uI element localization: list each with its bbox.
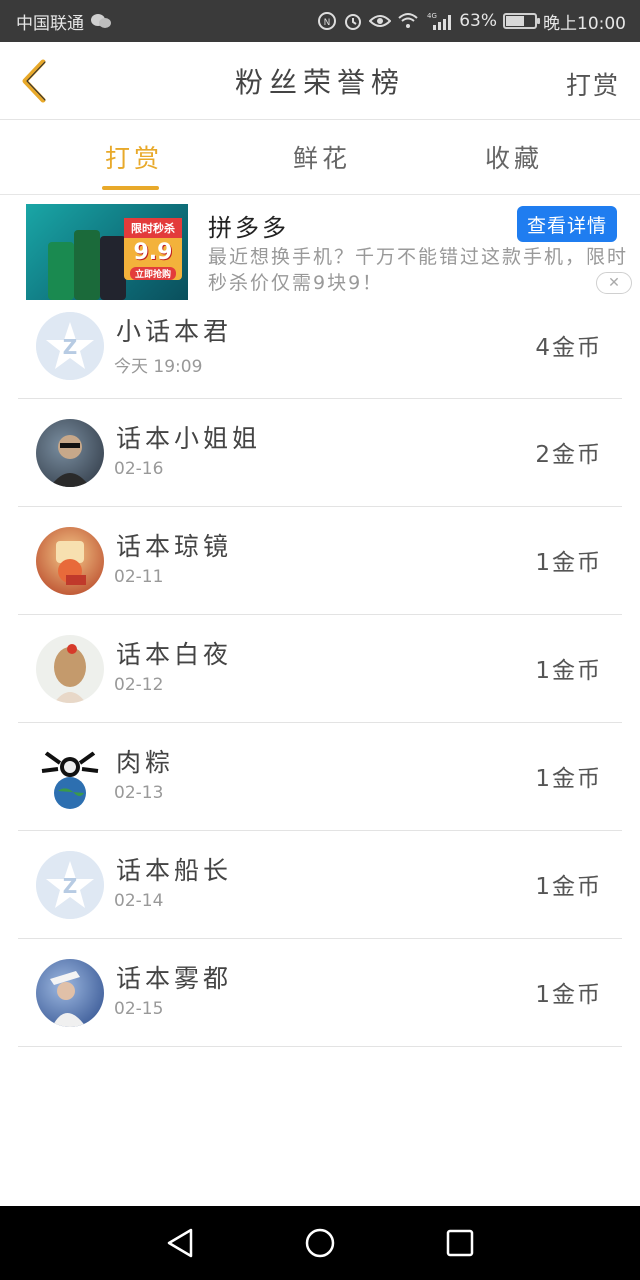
ad-phone-graphic [100,236,126,300]
ad-details-button[interactable]: 查看详情 [517,206,617,242]
avatar[interactable] [36,419,104,487]
fan-coins: 4金币 [535,335,602,361]
fan-date: 02-16 [114,459,164,479]
status-left: 中国联通 [16,9,112,34]
ad-badge-top: 限时秒杀 [124,218,182,238]
battery-percent: 63% [459,11,497,31]
fan-name: 小话本君 [116,317,233,346]
ad-image[interactable]: 限时秒杀 9.9 立即抢购 [26,204,188,300]
avatar[interactable] [36,635,104,703]
ad-badge-button: 立即抢购 [130,267,176,280]
ad-description: 最近想换手机？千万不能错过这款手机，限时秒杀价仅需9块9！ [208,246,629,294]
fan-name: 肉粽 [116,748,175,777]
wechat-icon [90,12,112,30]
svg-text:Z: Z [63,335,78,359]
tab-tip[interactable]: 打赏 [105,139,163,175]
circle-home-icon [305,1228,335,1258]
list-item[interactable]: 话本雾都 02-15 1金币 [18,939,622,1047]
fan-name: 话本雾都 [116,964,233,993]
chevron-left-icon [22,59,46,103]
wifi-icon [397,12,419,30]
fan-ranking-list: Z 小话本君 今天 19:09 4金币 话本小姐姐 02-16 2金币 话本琼镜… [18,292,622,1047]
list-item[interactable]: 肉粽 02-13 1金币 [18,723,622,831]
nav-recents-button[interactable] [440,1223,480,1263]
tab-flowers[interactable]: 鲜花 [293,139,351,175]
nfc-icon: N [317,11,337,31]
fan-date: 02-11 [114,567,164,587]
avatar[interactable]: Z [36,851,104,919]
app-header: 粉丝荣誉榜 打赏 [0,42,640,120]
status-right: N 4G 63% 晚上10:00 [317,9,626,34]
carrier-label: 中国联通 [16,13,84,34]
avatar[interactable] [36,959,104,1027]
page-title: 粉丝荣誉榜 [234,65,405,99]
fan-coins: 1金币 [535,766,602,792]
ad-price-badge: 限时秒杀 9.9 立即抢购 [124,218,182,280]
fan-coins: 1金币 [535,874,602,900]
fan-coins: 1金币 [535,658,602,684]
nav-back-button[interactable] [160,1223,200,1263]
fan-name: 话本小姐姐 [116,424,262,453]
network-label: 4G [427,12,437,20]
close-icon: ✕ [608,275,620,291]
square-recents-icon [446,1229,474,1257]
fan-date: 02-14 [114,891,164,911]
back-button[interactable] [16,58,52,104]
tab-favorites[interactable]: 收藏 [485,139,543,175]
system-nav-bar [0,1206,640,1280]
list-item[interactable]: 话本白夜 02-12 1金币 [18,615,622,723]
nav-home-button[interactable] [300,1223,340,1263]
avatar[interactable] [36,527,104,595]
status-bar: 中国联通 N 4G 63% 晚上10:00 [0,0,640,42]
fan-date: 02-12 [114,675,164,695]
clock: 晚上10:00 [543,13,626,34]
fan-coins: 1金币 [535,982,602,1008]
default-z-avatar-icon: Z [36,312,104,380]
avatar[interactable] [36,743,104,811]
eye-icon [369,13,392,29]
fan-coins: 1金币 [535,550,602,576]
ad-brand: 拼多多 [208,214,289,242]
list-item[interactable]: 话本琼镜 02-11 1金币 [18,507,622,615]
tip-button[interactable]: 打赏 [566,66,620,102]
fan-date: 今天 19:09 [114,357,203,377]
fan-date: 02-15 [114,999,164,1019]
photo-avatar-icon [50,435,90,487]
alarm-icon [343,11,363,31]
photo-avatar-icon [54,644,86,703]
photo-avatar-icon [50,971,86,1027]
fan-coins: 2金币 [535,442,602,468]
fan-date: 02-13 [114,783,164,803]
default-z-avatar-icon: Z [36,851,104,919]
list-item[interactable]: 话本小姐姐 02-16 2金币 [18,399,622,507]
list-item[interactable]: Z 小话本君 今天 19:09 4金币 [18,292,622,399]
svg-text:Z: Z [63,874,78,898]
ad-phone-graphic [74,230,100,300]
tab-bar: 打赏 鲜花 收藏 [0,121,640,195]
battery-icon [503,13,540,29]
signal-icon: 4G [425,11,453,31]
fan-name: 话本白夜 [116,640,233,669]
list-item[interactable]: Z 话本船长 02-14 1金币 [18,831,622,939]
svg-text:N: N [324,18,331,28]
avatar[interactable]: Z [36,312,104,380]
ad-close-button[interactable]: ✕ [596,272,632,294]
ad-badge-price: 9.9 [133,240,173,265]
fan-name: 话本船长 [116,856,233,885]
photo-avatar-icon [41,751,99,809]
photo-avatar-icon [56,541,86,585]
active-tab-indicator [102,186,159,190]
fan-name: 话本琼镜 [116,532,233,561]
triangle-back-icon [167,1228,193,1258]
